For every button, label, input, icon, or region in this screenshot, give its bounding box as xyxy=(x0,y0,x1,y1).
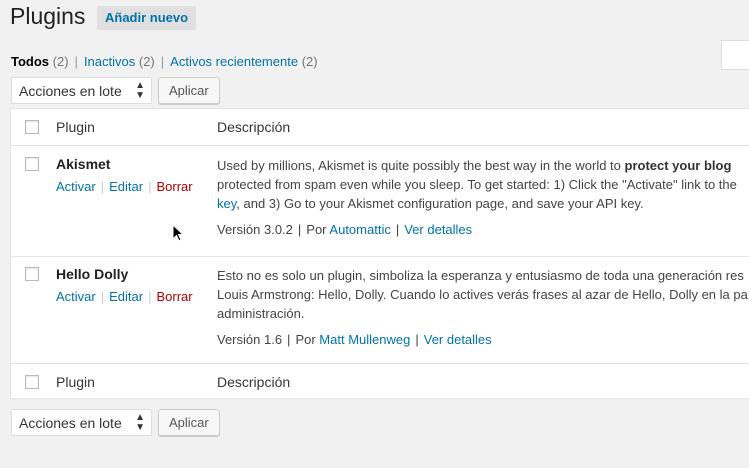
column-description-footer: Descripción xyxy=(217,374,291,390)
view-details-link[interactable]: Ver detalles xyxy=(424,332,492,347)
plugin-name: Hello Dolly xyxy=(56,266,129,282)
bulk-actions-value: Acciones en lote xyxy=(19,82,122,99)
filter-all[interactable]: Todos (2) xyxy=(11,54,69,69)
plugin-version: Versión 3.0.2 xyxy=(217,222,293,237)
table-header: Plugin Descripción xyxy=(11,109,749,146)
meta-separator: | xyxy=(395,222,400,237)
filter-inactive-count: (2) xyxy=(138,54,155,69)
author-link[interactable]: Matt Mullenweg xyxy=(319,332,410,347)
plugin-checkbox[interactable] xyxy=(25,157,39,171)
column-plugin[interactable]: Plugin xyxy=(56,119,95,135)
desc-text: Esto no es solo un plugin, simboliza la … xyxy=(217,268,744,283)
filter-recent-label: Activos recientemente xyxy=(170,54,299,69)
search-input[interactable] xyxy=(721,40,749,70)
plugin-checkbox[interactable] xyxy=(25,267,39,281)
table-row: Hello Dolly Activar | Editar | Borrar Esto n… xyxy=(11,256,749,362)
filter-inactive-label: Inactivos xyxy=(83,54,136,69)
plugin-description: Used by millions, Akismet is quite possi… xyxy=(217,156,749,213)
activate-link[interactable]: Activar xyxy=(56,179,96,194)
activate-link[interactable]: Activar xyxy=(56,289,96,304)
action-separator: | xyxy=(148,179,152,194)
filter-recent-count: (2) xyxy=(301,54,318,69)
apply-button[interactable]: Aplicar xyxy=(158,77,220,104)
meta-separator: | xyxy=(297,222,302,237)
desc-text: Used by millions, Akismet is quite possi… xyxy=(217,158,625,173)
bulk-actions-value: Acciones en lote xyxy=(19,414,122,431)
bulk-actions-select-bottom[interactable]: Acciones en lote ▲ ▼ xyxy=(11,409,152,436)
edit-link[interactable]: Editar xyxy=(109,179,143,194)
plugin-name: Akismet xyxy=(56,156,111,172)
api-key-link[interactable]: key xyxy=(217,196,236,211)
bulk-actions-bottom: Acciones en lote ▲ ▼ Aplicar xyxy=(11,409,220,436)
action-separator: | xyxy=(148,289,152,304)
desc-text: administración. xyxy=(217,306,305,321)
plugin-filters: Todos (2) | Inactivos (2) | Activos reciente… xyxy=(11,54,318,69)
select-all-checkbox-footer[interactable] xyxy=(25,375,39,389)
action-separator: | xyxy=(100,289,105,304)
column-plugin-footer[interactable]: Plugin xyxy=(56,374,95,390)
desc-text: protected from spam even while you sleep… xyxy=(217,177,737,192)
plugins-table: Plugin Descripción Akismet Activar | Edita… xyxy=(10,108,749,399)
desc-bold: protect your blog xyxy=(624,158,732,173)
bulk-actions-top: Acciones en lote ▲ ▼ Aplicar xyxy=(11,77,220,104)
meta-separator: | xyxy=(287,332,291,347)
plugin-description: Esto no es solo un plugin, simboliza la … xyxy=(217,266,749,323)
filter-recently-active[interactable]: Activos recientemente (2) xyxy=(170,54,317,69)
delete-link[interactable]: Borrar xyxy=(156,289,192,304)
select-arrows-icon: ▲ ▼ xyxy=(135,79,145,101)
page-title: Plugins xyxy=(10,3,86,29)
meta-separator: | xyxy=(415,332,419,347)
filter-separator: | xyxy=(160,54,165,69)
plugin-actions: Activar | Editar | Borrar xyxy=(56,179,193,194)
plugin-actions: Activar | Editar | Borrar xyxy=(56,289,193,304)
mouse-cursor-icon xyxy=(172,224,184,242)
filter-all-label: Todos xyxy=(11,54,50,69)
select-all-checkbox[interactable] xyxy=(25,120,39,134)
edit-link[interactable]: Editar xyxy=(109,289,143,304)
select-arrows-icon: ▲ ▼ xyxy=(135,411,145,433)
filter-all-count: (2) xyxy=(52,54,69,69)
by-label: Por xyxy=(295,332,316,347)
desc-text: Louis Armstrong: Hello, Dolly. Cuando lo… xyxy=(217,287,748,302)
author-link[interactable]: Automattic xyxy=(329,222,390,237)
desc-text: , and 3) Go to your Akismet configuratio… xyxy=(236,196,644,211)
delete-link[interactable]: Borrar xyxy=(156,179,192,194)
table-row: Akismet Activar | Editar | Borrar Used by mi… xyxy=(11,147,749,255)
table-footer: Plugin Descripción xyxy=(11,363,749,400)
action-separator: | xyxy=(100,179,105,194)
filter-inactive[interactable]: Inactivos (2) xyxy=(84,54,155,69)
plugin-version: Versión 1.6 xyxy=(217,332,283,347)
plugin-meta: Versión 3.0.2 | Por Automattic | Ver detalle… xyxy=(217,222,472,237)
filter-separator: | xyxy=(74,54,78,69)
plugin-meta: Versión 1.6 | Por Matt Mullenweg | Ver detal… xyxy=(217,332,492,347)
by-label: Por xyxy=(306,222,327,237)
bulk-actions-select[interactable]: Acciones en lote ▲ ▼ xyxy=(11,77,152,104)
add-new-button[interactable]: Añadir nuevo xyxy=(97,6,197,30)
view-details-link[interactable]: Ver detalles xyxy=(404,222,472,237)
apply-button-bottom[interactable]: Aplicar xyxy=(158,409,220,436)
column-description: Descripción xyxy=(217,119,291,135)
